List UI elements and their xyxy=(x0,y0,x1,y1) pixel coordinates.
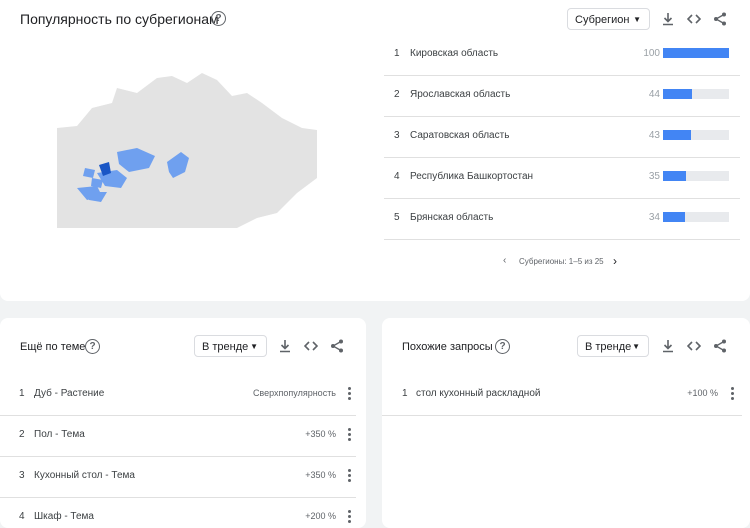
queries-list: 1 стол кухонный раскладной +100 % xyxy=(382,374,742,416)
region-select-value: Субрегион xyxy=(575,14,630,26)
topics-card-title: Ещё по теме xyxy=(20,341,86,353)
map-land xyxy=(57,73,317,228)
topic-value: +350 % xyxy=(305,429,336,439)
list-item[interactable]: 5 Брянская область 34 xyxy=(384,198,740,240)
more-vert-icon[interactable] xyxy=(347,428,351,442)
pagination-label: Субрегионы: 1–5 из 25 xyxy=(519,257,604,266)
region-bar xyxy=(663,89,729,99)
region-bar xyxy=(663,171,729,181)
download-icon[interactable] xyxy=(661,12,675,26)
region-value: 43 xyxy=(648,130,660,141)
region-bar xyxy=(663,130,729,140)
topics-card: Ещё по теме ? В тренде ▼ 1 Дуб - Растени… xyxy=(0,318,366,528)
topic-value: +200 % xyxy=(305,511,336,521)
embed-icon[interactable] xyxy=(687,339,701,353)
topic-name: Кухонный стол - Тема xyxy=(34,470,135,481)
list-item[interactable]: 2 Ярославская область 44 xyxy=(384,75,740,117)
region-name: Брянская область xyxy=(410,212,494,223)
help-icon[interactable]: ? xyxy=(211,11,226,26)
topic-name: Шкаф - Тема xyxy=(34,511,94,522)
region-value: 100 xyxy=(643,48,660,59)
query-name: стол кухонный раскладной xyxy=(416,388,541,399)
topic-value: Сверхпопулярность xyxy=(252,388,336,398)
list-item[interactable]: 1 Дуб - Растение Сверхпопулярность xyxy=(0,374,356,416)
region-name: Кировская область xyxy=(410,48,499,59)
list-item[interactable]: 3 Кухонный стол - Тема +350 % xyxy=(0,456,356,498)
region-map[interactable] xyxy=(57,68,317,228)
more-vert-icon[interactable] xyxy=(347,387,351,401)
list-item[interactable]: 2 Пол - Тема +350 % xyxy=(0,415,356,457)
embed-icon[interactable] xyxy=(687,12,701,26)
region-card-title: Популярность по субрегионам xyxy=(20,11,219,27)
topic-name: Пол - Тема xyxy=(34,429,85,440)
region-value: 35 xyxy=(648,171,660,182)
share-icon[interactable] xyxy=(713,339,727,353)
list-item[interactable]: 1 стол кухонный раскладной +100 % xyxy=(382,374,742,416)
topics-list: 1 Дуб - Растение Сверхпопулярность 2 Пол… xyxy=(0,374,356,528)
download-icon[interactable] xyxy=(661,339,675,353)
next-page-icon[interactable]: › xyxy=(613,254,617,268)
help-icon[interactable]: ? xyxy=(495,339,510,354)
queries-select-value: В тренде xyxy=(585,341,632,353)
topic-value: +350 % xyxy=(305,470,336,480)
list-item[interactable]: 1 Кировская область 100 xyxy=(384,34,740,76)
queries-select[interactable]: В тренде ▼ xyxy=(577,335,649,357)
list-item[interactable]: 3 Саратовская область 43 xyxy=(384,116,740,158)
region-select[interactable]: Субрегион ▼ xyxy=(567,8,650,30)
topics-select-value: В тренде xyxy=(202,341,249,353)
query-value: +100 % xyxy=(687,388,718,398)
topic-name: Дуб - Растение xyxy=(34,388,105,399)
queries-card-title: Похожие запросы xyxy=(402,341,493,353)
prev-page-icon[interactable]: ‹ xyxy=(503,255,506,266)
region-bar xyxy=(663,48,729,58)
caret-down-icon: ▼ xyxy=(632,342,640,351)
region-name: Республика Башкортостан xyxy=(410,171,534,182)
download-icon[interactable] xyxy=(278,339,292,353)
region-card: Популярность по субрегионам ? Субрегион … xyxy=(0,0,750,301)
share-icon[interactable] xyxy=(330,339,344,353)
list-item[interactable]: 4 Республика Башкортостан 35 xyxy=(384,157,740,199)
region-name: Саратовская область xyxy=(410,130,510,141)
share-icon[interactable] xyxy=(713,12,727,26)
region-list: 1 Кировская область 100 2 Ярославская об… xyxy=(384,34,740,244)
caret-down-icon: ▼ xyxy=(250,342,258,351)
list-item[interactable]: 4 Шкаф - Тема +200 % xyxy=(0,497,356,528)
topics-select[interactable]: В тренде ▼ xyxy=(194,335,267,357)
more-vert-icon[interactable] xyxy=(730,387,734,401)
help-icon[interactable]: ? xyxy=(85,339,100,354)
region-value: 34 xyxy=(648,212,660,223)
embed-icon[interactable] xyxy=(304,339,318,353)
queries-card: Похожие запросы ? В тренде ▼ 1 стол кухо… xyxy=(382,318,750,528)
more-vert-icon[interactable] xyxy=(347,469,351,483)
region-bar xyxy=(663,212,729,222)
caret-down-icon: ▼ xyxy=(633,15,641,24)
region-value: 44 xyxy=(648,89,660,100)
region-name: Ярославская область xyxy=(410,89,511,100)
